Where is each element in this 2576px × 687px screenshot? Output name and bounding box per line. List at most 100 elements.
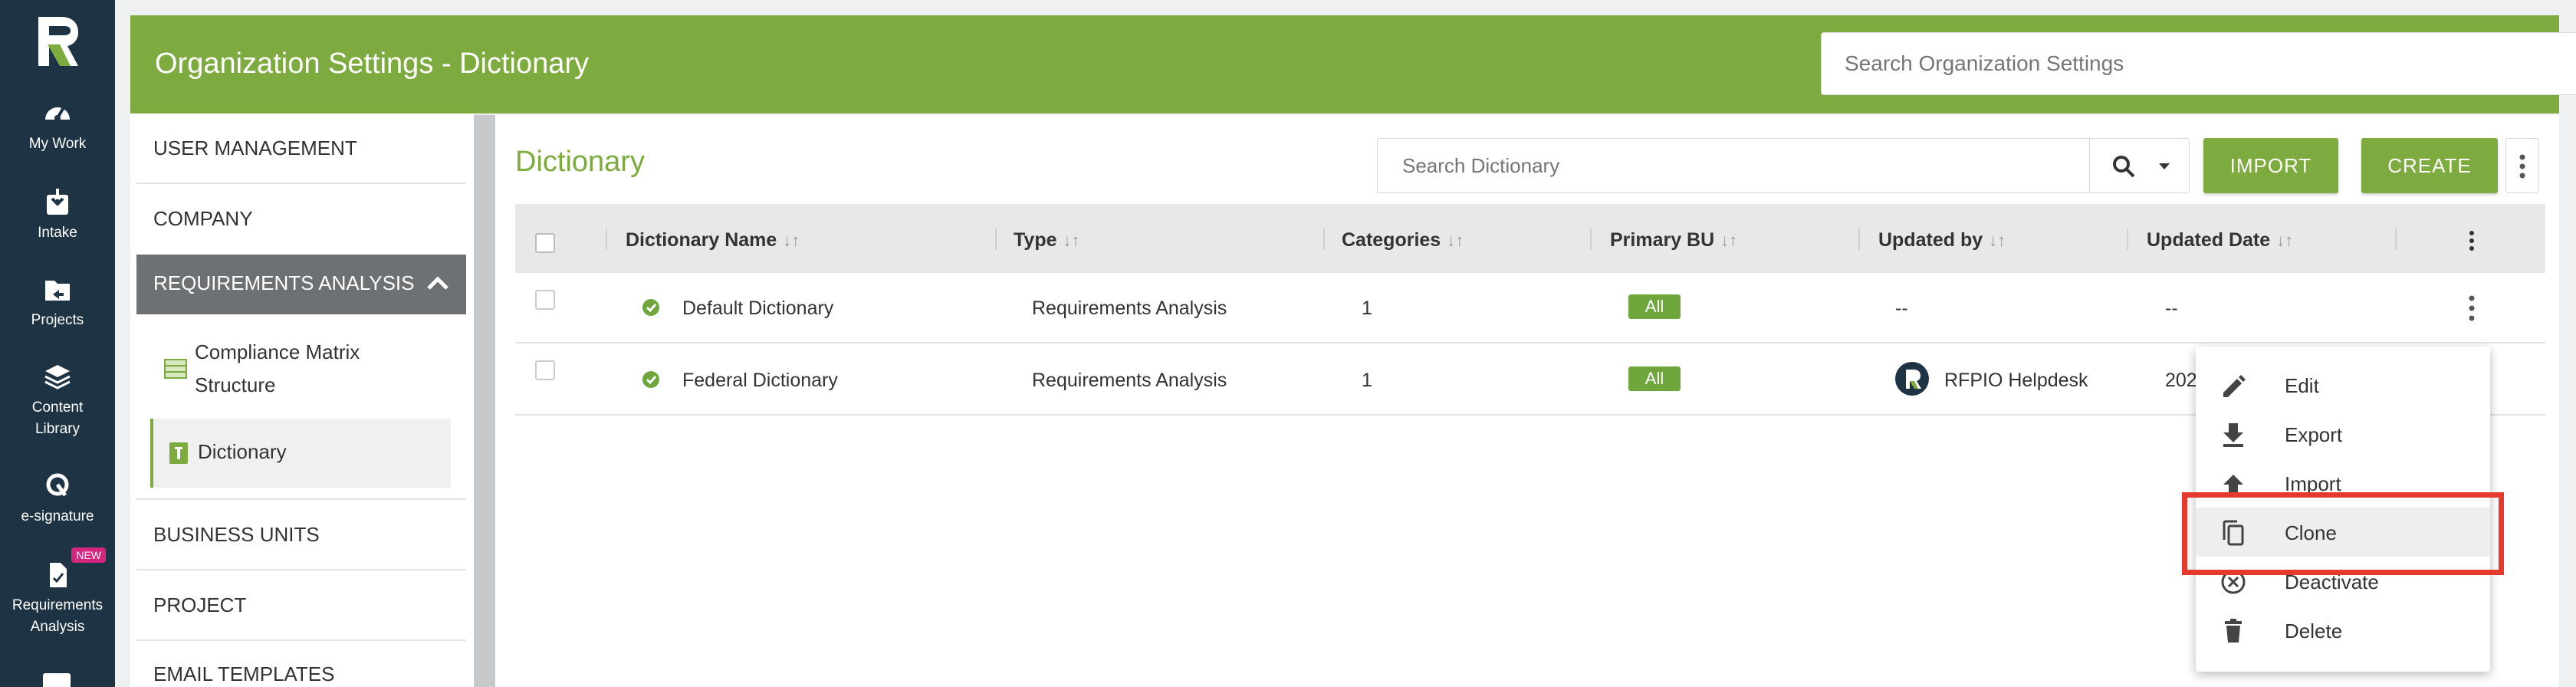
menu-item-label: Delete (2285, 620, 2343, 643)
highlight-annotation-box (2182, 492, 2504, 575)
nav-item-user-management[interactable]: USER MANAGEMENT (153, 136, 460, 160)
dictionary-icon (169, 442, 188, 464)
sort-icon[interactable]: ↓↑ (1063, 231, 1080, 250)
column-divider (606, 228, 607, 250)
download-icon (2223, 423, 2243, 447)
type-cell: Requirements Analysis (1032, 370, 1227, 391)
sort-icon[interactable]: ↓↑ (783, 231, 800, 250)
column-divider (1590, 228, 1592, 250)
table-row[interactable]: Default Dictionary Requirements Analysis… (515, 273, 2545, 344)
rail-item-intake[interactable]: Intake (0, 187, 115, 244)
menu-item-label: Export (2285, 423, 2343, 446)
menu-item-delete[interactable]: Delete (2196, 606, 2490, 655)
column-label: Updated by (1878, 229, 1983, 251)
app-logo-icon[interactable] (34, 14, 81, 69)
nav-item-email-templates[interactable]: EMAIL TEMPLATES (153, 662, 460, 686)
import-button[interactable]: IMPORT (2203, 138, 2338, 193)
rail-item-content-library[interactable]: Content Library (0, 362, 115, 440)
book-icon[interactable] (40, 670, 74, 687)
layers-icon (44, 365, 71, 390)
dictionary-name-link[interactable]: Federal Dictionary (682, 370, 838, 392)
org-settings-search-input[interactable] (1822, 33, 2576, 94)
column-settings-kebab-icon[interactable] (2467, 228, 2476, 256)
app-root: My Work Intake Projects Content Library … (0, 0, 2576, 687)
more-options-button[interactable] (2505, 138, 2539, 193)
sort-icon[interactable]: ↓↑ (1720, 231, 1737, 250)
table-header: Dictionary Name ↓↑ Type ↓↑ Categories ↓↑ Pr… (515, 204, 2545, 273)
menu-item-export[interactable]: Export (2196, 409, 2490, 459)
row-checkbox[interactable] (535, 360, 555, 380)
chevron-up-icon[interactable] (426, 274, 449, 291)
rail-item-my-work[interactable]: My Work (0, 98, 115, 155)
categories-cell: 1 (1362, 297, 1372, 319)
nav-subitem-compliance-matrix[interactable]: Compliance Matrix (195, 340, 360, 364)
nav-subitem-dictionary[interactable]: Dictionary (150, 419, 451, 488)
nav-divider (136, 182, 466, 184)
nav-item-project[interactable]: PROJECT (153, 593, 460, 617)
rail-item-requirements-analysis[interactable]: NEW Requirements Analysis (0, 547, 115, 638)
search-button[interactable] (2090, 139, 2188, 192)
avatar (1895, 362, 1929, 396)
dictionary-search[interactable] (1377, 138, 2190, 193)
subitem-label: Dictionary (198, 440, 287, 463)
document-icon (50, 563, 67, 587)
column-header-dictionary-name[interactable]: Dictionary Name ↓↑ (626, 229, 800, 251)
column-label: Type (1014, 229, 1057, 251)
menu-item-edit[interactable]: Edit (2196, 360, 2490, 409)
active-check-icon (642, 371, 659, 388)
column-divider (1858, 228, 1860, 250)
dictionary-search-input[interactable] (1378, 139, 2091, 192)
nav-scrollbar[interactable] (474, 115, 495, 687)
sort-icon[interactable]: ↓↑ (1989, 231, 2006, 250)
nav-item-requirements-analysis[interactable]: REQUIREMENTS ANALYSIS (136, 255, 466, 314)
left-rail: My Work Intake Projects Content Library … (0, 0, 115, 687)
sort-icon[interactable]: ↓↑ (1447, 231, 1464, 250)
primary-bu-badge: All (1628, 294, 1681, 319)
updated-by-cell: -- (1895, 297, 1908, 319)
nav-item-business-units[interactable]: BUSINESS UNITS (153, 523, 460, 547)
rail-label: Analysis (30, 619, 85, 635)
speedometer-icon (45, 107, 70, 121)
select-all-checkbox[interactable] (535, 233, 555, 253)
rail-item-projects[interactable]: Projects (0, 274, 115, 331)
nav-divider (136, 498, 466, 500)
column-label: Updated Date (2147, 229, 2271, 251)
caret-down-icon[interactable] (2157, 162, 2171, 171)
row-actions-kebab-icon[interactable] (2467, 294, 2476, 322)
rail-label: Library (34, 421, 80, 437)
new-badge: NEW (71, 547, 106, 563)
column-header-updated-date[interactable]: Updated Date ↓↑ (2147, 229, 2293, 251)
table-icon (164, 359, 187, 379)
folder-icon (45, 281, 70, 301)
nav-divider (136, 639, 466, 641)
column-header-type[interactable]: Type ↓↑ (1014, 229, 1080, 251)
dictionary-name-link[interactable]: Default Dictionary (682, 297, 833, 320)
nav-item-label: REQUIREMENTS ANALYSIS (153, 271, 415, 294)
page-header: Organization Settings - Dictionary (130, 15, 2576, 113)
column-label: Dictionary Name (626, 229, 777, 251)
rail-label: e-signature (21, 508, 94, 524)
rail-item-e-signature[interactable]: e-signature (0, 471, 115, 528)
nav-subitem-compliance-matrix-line2[interactable]: Structure (195, 373, 276, 397)
nav-divider (136, 569, 466, 570)
section-title: Dictionary (515, 146, 645, 178)
row-checkbox[interactable] (535, 290, 555, 310)
column-label: Categories (1342, 229, 1441, 251)
updated-date-cell: 202 (2165, 370, 2197, 391)
categories-cell: 1 (1362, 370, 1372, 391)
org-settings-search[interactable] (1821, 32, 2576, 95)
primary-bu-badge: All (1628, 367, 1681, 391)
sort-icon[interactable]: ↓↑ (2276, 231, 2293, 250)
column-label: Primary BU (1610, 229, 1715, 251)
column-divider (2127, 228, 2128, 250)
column-header-primary-bu[interactable]: Primary BU ↓↑ (1610, 229, 1737, 251)
column-header-categories[interactable]: Categories ↓↑ (1342, 229, 1464, 251)
column-header-updated-by[interactable]: Updated by ↓↑ (1878, 229, 2006, 251)
nav-item-company[interactable]: COMPANY (153, 207, 460, 231)
create-button[interactable]: CREATE (2361, 138, 2498, 193)
rail-label: Intake (38, 225, 77, 241)
updated-date-cell: -- (2165, 297, 2178, 319)
active-check-icon (642, 299, 659, 316)
page-title: Organization Settings - Dictionary (155, 48, 590, 80)
search-icon (2113, 156, 2135, 178)
